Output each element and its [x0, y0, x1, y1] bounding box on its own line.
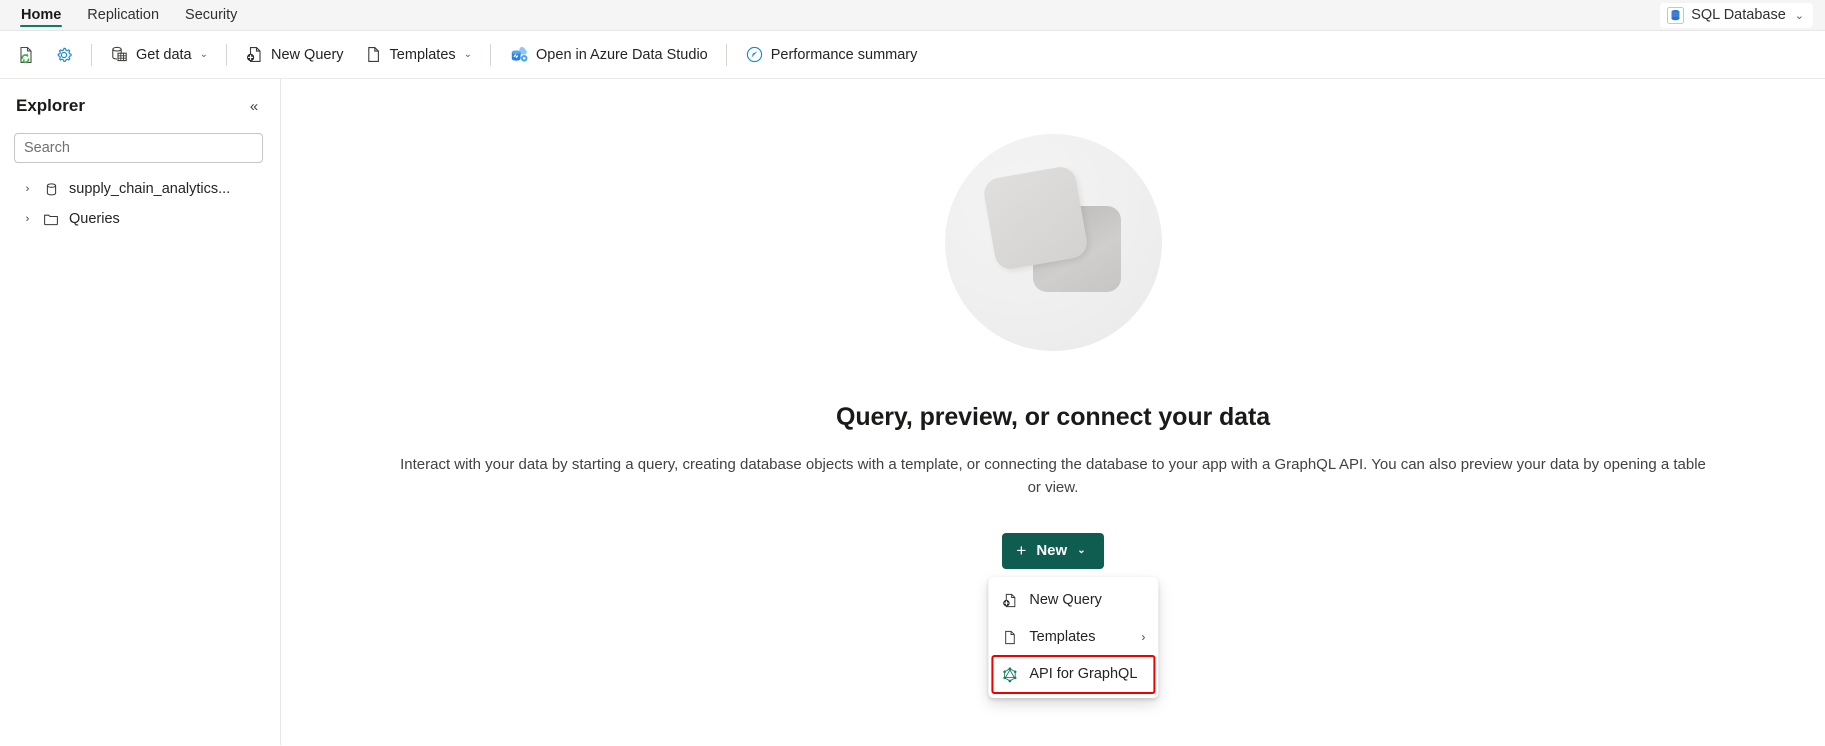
open-in-azure-data-studio-button[interactable]: Open in Azure Data Studio [500, 38, 717, 72]
sql-database-icon [1667, 6, 1685, 24]
menu-item-new-query[interactable]: New Query [992, 582, 1154, 619]
get-data-label: Get data [136, 46, 192, 63]
tab-security-label: Security [185, 7, 238, 23]
ribbon-tabs: Home Replication Security [0, 0, 250, 30]
chevron-right-icon: › [1141, 630, 1146, 645]
chevron-down-icon: ⌄ [463, 49, 473, 60]
azure-data-studio-icon [509, 45, 529, 65]
tree-item-database-label: supply_chain_analytics... [69, 181, 231, 197]
performance-summary-label: Performance summary [770, 46, 918, 63]
tree-item-queries[interactable]: › Queries [0, 204, 280, 234]
explorer-header: Explorer « [0, 93, 280, 119]
new-query-icon [245, 45, 264, 64]
toolbar-divider-1 [91, 43, 92, 66]
gear-icon [54, 45, 74, 65]
new-button-label: New [1036, 542, 1068, 560]
tab-replication-label: Replication [87, 7, 160, 23]
explorer-pane: Explorer « › supply_chain_analytics... › [0, 79, 281, 745]
tree-item-database[interactable]: › supply_chain_analytics... [0, 174, 280, 204]
illustration-front-card [981, 164, 1089, 272]
toolbar-divider-3 [490, 43, 492, 66]
menu-item-new-query-label: New Query [1029, 592, 1102, 609]
get-data-button[interactable]: Get data ⌄ [101, 38, 217, 72]
sql-database-selector[interactable]: SQL Database ⌄ [1660, 2, 1813, 28]
tab-security[interactable]: Security [172, 0, 250, 30]
tab-home-label: Home [21, 7, 62, 23]
chevron-down-icon: ⌄ [1077, 545, 1086, 557]
new-query-button[interactable]: New Query [236, 38, 353, 72]
database-table-icon [110, 45, 129, 64]
toolbar-divider-4 [725, 43, 727, 66]
explorer-tree: › supply_chain_analytics... › Queries [0, 163, 280, 234]
command-bar: Get data ⌄ New Query Templates ⌄ Open in… [0, 31, 1825, 79]
menu-item-templates[interactable]: Templates › [992, 619, 1154, 656]
tab-replication[interactable]: Replication [74, 0, 172, 30]
database-icon [42, 182, 60, 197]
gauge-icon [745, 45, 764, 64]
new-action-zone: + New ⌄ New Query Templates › API for Gr… [988, 532, 1159, 698]
search-input[interactable] [14, 133, 263, 163]
page-description: Interact with your data by starting a qu… [400, 456, 1706, 496]
collapse-pane-icon[interactable]: « [242, 94, 266, 118]
plus-icon: + [1016, 541, 1027, 561]
new-query-icon [1001, 592, 1018, 609]
tree-item-queries-label: Queries [69, 211, 120, 227]
document-icon [1001, 629, 1018, 646]
ribbon-tabstrip: Home Replication Security SQL Database ⌄ [0, 0, 1825, 31]
templates-label: Templates [389, 46, 456, 63]
menu-item-templates-label: Templates [1029, 629, 1096, 646]
graphql-icon [1001, 666, 1018, 683]
ribbon-right-region: SQL Database ⌄ [1660, 0, 1825, 30]
chevron-right-icon[interactable]: › [22, 213, 33, 225]
new-button[interactable]: + New ⌄ [1002, 532, 1104, 569]
toolbar-divider-2 [226, 43, 228, 66]
chevron-right-icon[interactable]: › [22, 183, 33, 195]
document-icon [364, 45, 383, 64]
settings-button[interactable] [46, 38, 82, 72]
chevron-down-icon: ⌄ [1794, 9, 1804, 22]
refresh-page-icon [16, 45, 36, 65]
sql-database-label: SQL Database [1691, 7, 1786, 23]
chevron-down-icon: ⌄ [199, 49, 209, 60]
explorer-search-wrap [0, 119, 280, 163]
templates-button[interactable]: Templates ⌄ [355, 38, 481, 72]
menu-item-api-for-graphql-label: API for GraphQL [1029, 666, 1138, 683]
performance-summary-button[interactable]: Performance summary [736, 38, 927, 72]
refresh-button[interactable] [8, 38, 44, 72]
empty-state-canvas: Query, preview, or connect your data Int… [281, 79, 1825, 745]
open-in-azure-data-studio-label: Open in Azure Data Studio [536, 46, 708, 63]
new-query-label: New Query [271, 46, 344, 63]
page-title: Query, preview, or connect your data [835, 403, 1271, 431]
new-dropdown-menu: New Query Templates › API for GraphQL [988, 576, 1159, 698]
tab-home[interactable]: Home [8, 0, 74, 30]
menu-item-api-for-graphql[interactable]: API for GraphQL [991, 654, 1156, 694]
two-cards-illustration [944, 134, 1162, 351]
explorer-title: Explorer [16, 96, 85, 115]
app-body: Explorer « › supply_chain_analytics... › [0, 79, 1825, 745]
folder-icon [42, 211, 60, 227]
